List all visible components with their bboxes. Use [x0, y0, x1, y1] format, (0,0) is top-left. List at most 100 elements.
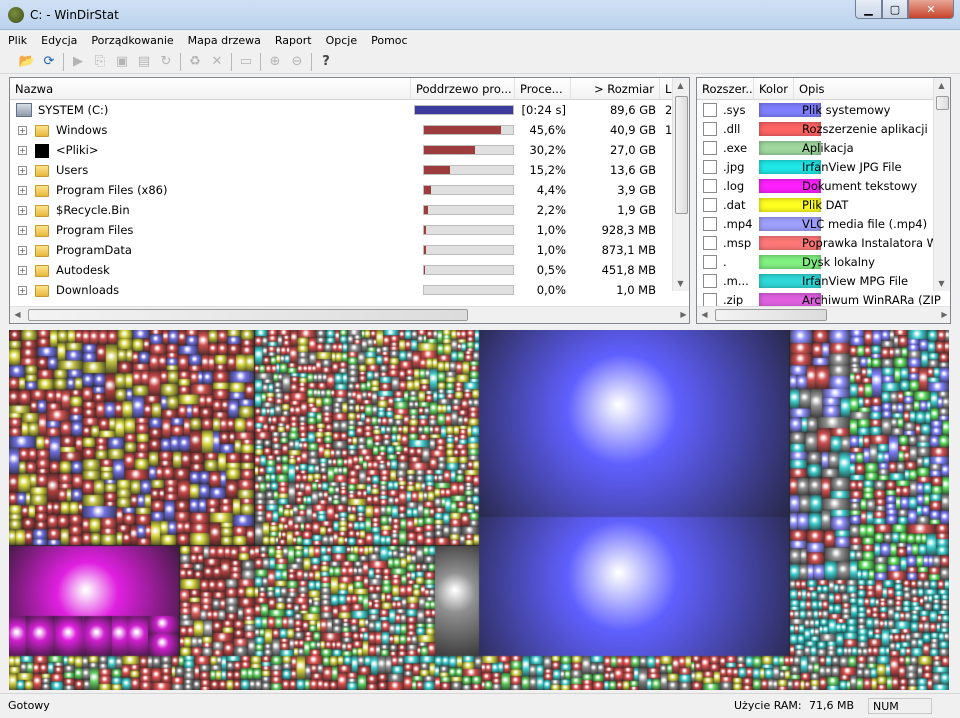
expand-toggle-icon[interactable]: +: [18, 126, 27, 135]
new-folder-icon[interactable]: ▭: [235, 52, 257, 72]
extension-name: .exe: [723, 141, 748, 155]
tree-vertical-scrollbar[interactable]: ▲ ▼: [672, 78, 689, 291]
column-header-name[interactable]: Nazwa: [10, 78, 411, 100]
size-value: 1,9 GB: [617, 203, 656, 217]
scroll-left-arrow[interactable]: ◀: [10, 307, 25, 322]
extension-row[interactable]: .m... IrfanView MPG File: [697, 271, 934, 290]
explorer-icon[interactable]: ▣: [111, 52, 133, 72]
folder-icon: [35, 285, 49, 297]
window-title: C: - WinDirStat: [30, 8, 119, 22]
size-value: 27,0 GB: [609, 143, 656, 157]
column-header-percent[interactable]: Proce...: [515, 78, 571, 100]
extension-description: IrfanView MPG File: [802, 274, 909, 288]
extension-row[interactable]: .dll Rozszerzenie aplikacji: [697, 119, 934, 138]
expand-toggle-icon[interactable]: +: [18, 226, 27, 235]
scroll-thumb[interactable]: [675, 96, 688, 214]
toolbar-separator: [63, 52, 64, 71]
refresh-icon[interactable]: ⟳: [38, 52, 60, 72]
menu-edycja[interactable]: Edycja: [41, 34, 77, 47]
extension-row[interactable]: .msp Poprawka Instalatora Win: [697, 233, 948, 252]
treemap-view[interactable]: [9, 330, 949, 690]
menu-porzadkowanie[interactable]: Porządkowanie: [91, 34, 173, 47]
menu-bar: Plik Edycja Porządkowanie Mapa drzewa Ra…: [0, 30, 960, 50]
maximize-button[interactable]: ▢: [882, 0, 908, 19]
minimize-button[interactable]: ▁: [855, 0, 882, 19]
scroll-down-arrow[interactable]: ▼: [934, 276, 949, 291]
bar-fill: [415, 106, 513, 114]
expand-toggle-icon[interactable]: +: [18, 286, 27, 295]
tree-row[interactable]: + Autodesk 0,5% 451,8 MB: [10, 260, 674, 280]
folder-icon: [35, 125, 49, 137]
extension-row[interactable]: .jpg IrfanView JPG File: [697, 157, 934, 176]
menu-raport[interactable]: Raport: [275, 34, 312, 47]
expand-toggle-icon[interactable]: +: [18, 186, 27, 195]
scroll-thumb[interactable]: [28, 309, 468, 321]
expand-toggle-icon[interactable]: +: [18, 246, 27, 255]
scroll-thumb[interactable]: [936, 96, 949, 110]
help-icon[interactable]: ?: [315, 52, 337, 72]
extension-name: .: [723, 255, 727, 269]
expand-toggle-icon[interactable]: +: [18, 146, 27, 155]
item-name: <Pliki>: [56, 143, 99, 157]
zoom-out-icon[interactable]: ⊖: [286, 52, 308, 72]
tree-row-root[interactable]: SYSTEM (C:) [0:24 s] 89,6 GB 2: [10, 100, 674, 120]
tree-horizontal-scrollbar[interactable]: ◀ ▶: [10, 306, 689, 323]
scroll-up-arrow[interactable]: ▲: [673, 78, 688, 93]
column-header-size[interactable]: > Rozmiar: [571, 78, 660, 100]
tree-row[interactable]: + $Recycle.Bin 2,2% 1,9 GB: [10, 200, 674, 220]
ext-horizontal-scrollbar[interactable]: ◀ ▶: [697, 306, 950, 323]
percent-value: 0,0%: [536, 283, 566, 297]
tree-row[interactable]: + ProgramData 1,0% 873,1 MB: [10, 240, 674, 260]
scroll-up-arrow[interactable]: ▲: [934, 78, 949, 93]
treemap-canvas[interactable]: [9, 330, 949, 690]
ext-vertical-scrollbar[interactable]: ▲ ▼: [933, 78, 950, 291]
extension-row[interactable]: .dat Plik DAT: [697, 195, 934, 214]
bar-fill: [424, 266, 425, 274]
close-button[interactable]: ✕: [908, 0, 954, 19]
expand-toggle-icon[interactable]: +: [18, 166, 27, 175]
toolbar-separator: [180, 52, 181, 71]
recycle-icon[interactable]: ♻: [184, 52, 206, 72]
copy-icon[interactable]: ⎘: [89, 52, 111, 72]
scroll-right-arrow[interactable]: ▶: [676, 307, 689, 322]
tree-row[interactable]: + Downloads 0,0% 1,0 MB: [10, 280, 674, 300]
column-header-color[interactable]: Kolor: [754, 78, 794, 100]
tree-row[interactable]: + Windows 45,6% 40,9 GB 1: [10, 120, 674, 140]
extension-row[interactable]: .mp4 VLC media file (.mp4): [697, 214, 934, 233]
menu-mapa-drzewa[interactable]: Mapa drzewa: [188, 34, 261, 47]
extension-row[interactable]: .exe Aplikacja: [697, 138, 934, 157]
menu-opcje[interactable]: Opcje: [326, 34, 358, 47]
zoom-in-icon[interactable]: ⊕: [264, 52, 286, 72]
tree-row[interactable]: + Users 15,2% 13,6 GB: [10, 160, 674, 180]
column-header-description[interactable]: Opis: [794, 78, 934, 100]
delete-icon[interactable]: ✕: [206, 52, 228, 72]
expand-toggle-icon[interactable]: +: [18, 266, 27, 275]
item-name: Program Files (x86): [56, 183, 168, 197]
extension-row[interactable]: .sys Plik systemowy: [697, 100, 934, 119]
extension-row[interactable]: .log Dokument tekstowy: [697, 176, 934, 195]
column-header-extension[interactable]: Rozszer...: [697, 78, 754, 100]
tree-row[interactable]: + Program Files (x86) 4,4% 3,9 GB: [10, 180, 674, 200]
file-type-icon: [703, 255, 717, 269]
column-header-subtree[interactable]: Poddrzewo pro...: [411, 78, 515, 100]
expand-toggle-icon[interactable]: +: [18, 206, 27, 215]
folder-icon: [35, 265, 49, 277]
toolbar-separator: [260, 52, 261, 71]
scroll-left-arrow[interactable]: ◀: [697, 307, 712, 322]
refresh-selected-icon[interactable]: ↻: [155, 52, 177, 72]
scroll-right-arrow[interactable]: ▶: [937, 307, 950, 322]
menu-pomoc[interactable]: Pomoc: [371, 34, 407, 47]
tree-row[interactable]: + <Pliki> 30,2% 27,0 GB: [10, 140, 674, 160]
app-icon[interactable]: [8, 7, 24, 23]
size-value: 451,8 MB: [601, 263, 656, 277]
play-icon[interactable]: ▶: [67, 52, 89, 72]
subtree-percentage-bar: [423, 165, 514, 175]
extension-name: .log: [723, 179, 745, 193]
extension-row[interactable]: . Dysk lokalny: [697, 252, 934, 271]
scroll-down-arrow[interactable]: ▼: [673, 276, 688, 291]
open-icon[interactable]: 📂: [16, 52, 38, 72]
scroll-thumb[interactable]: [715, 309, 827, 321]
menu-plik[interactable]: Plik: [8, 34, 27, 47]
tree-row[interactable]: + Program Files 1,0% 928,3 MB: [10, 220, 674, 240]
console-icon[interactable]: ▤: [133, 52, 155, 72]
